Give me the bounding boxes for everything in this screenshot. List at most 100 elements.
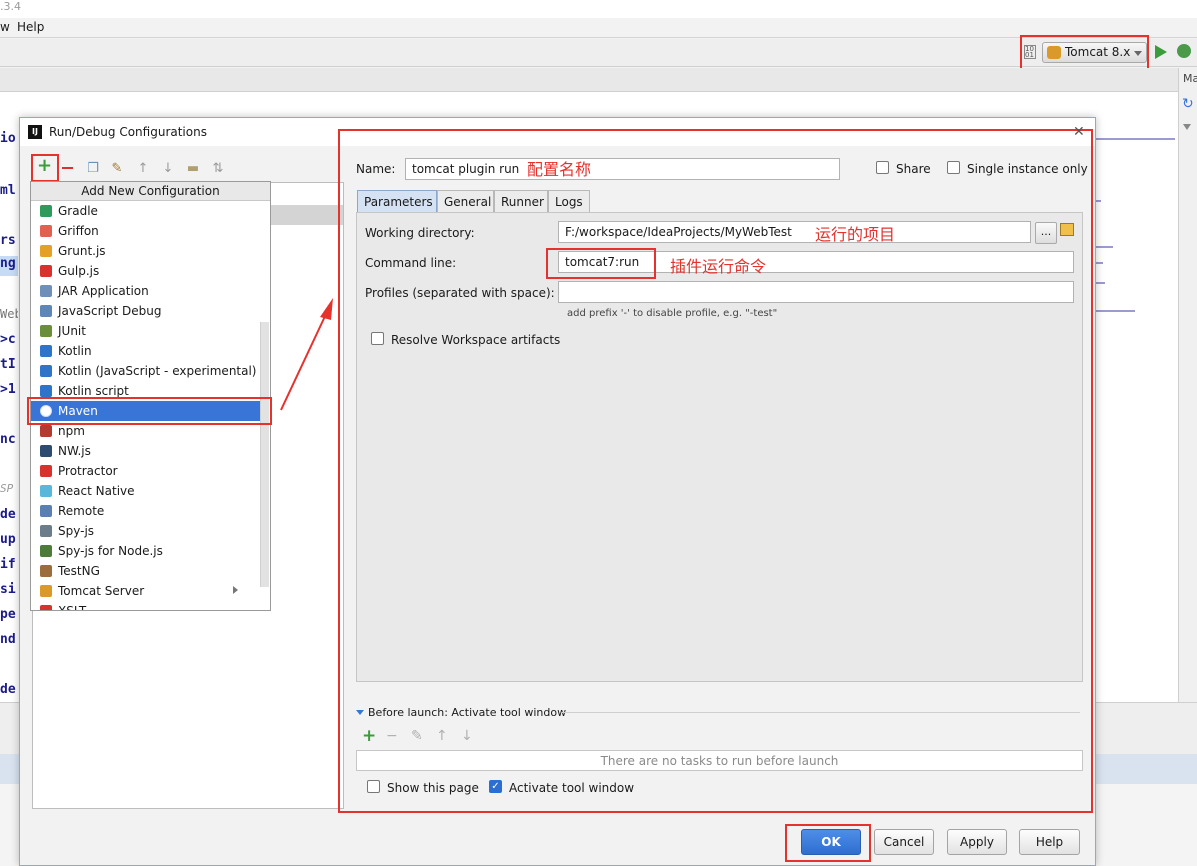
before-launch-empty-text: There are no tasks to run before launch: [600, 754, 839, 768]
activate-tool-checkbox[interactable]: ✓: [489, 780, 502, 793]
macro-icon[interactable]: [1060, 223, 1074, 236]
popup-item-xslt[interactable]: XSLT: [31, 601, 260, 610]
popup-item-maven[interactable]: Maven: [31, 401, 260, 421]
popup-item-junit[interactable]: JUnit: [31, 321, 260, 341]
refresh-icon[interactable]: ↻: [1182, 96, 1194, 112]
popup-item-gradle[interactable]: Gradle: [31, 201, 260, 221]
xslt-icon: [40, 605, 52, 610]
popup-item-npm[interactable]: npm: [31, 421, 260, 441]
menu-view-fragment[interactable]: w: [0, 20, 10, 34]
name-input[interactable]: tomcat plugin run: [405, 158, 840, 180]
working-dir-input[interactable]: F:/workspace/IdeaProjects/MyWebTest: [558, 221, 1031, 243]
tab-general[interactable]: General: [437, 190, 494, 212]
popup-item-label: JUnit: [58, 324, 86, 338]
debug-bug-icon[interactable]: [1177, 44, 1191, 58]
code-fragment: de: [0, 682, 16, 697]
move-down-icon[interactable]: ↓: [161, 162, 175, 176]
popup-item-spy-js[interactable]: Spy-js: [31, 521, 260, 541]
help-button[interactable]: Help: [1019, 829, 1080, 855]
close-icon[interactable]: ✕: [1073, 124, 1085, 140]
task-up-icon[interactable]: ↑: [436, 729, 448, 743]
command-line-input[interactable]: tomcat7:run: [558, 251, 1074, 273]
ok-button[interactable]: OK: [801, 829, 861, 855]
popup-item-javascript-debug[interactable]: JavaScript Debug: [31, 301, 260, 321]
copy-config-icon[interactable]: ❐: [86, 162, 100, 176]
resolve-workspace-label: Resolve Workspace artifacts: [391, 333, 561, 347]
wrench-icon[interactable]: ✎: [110, 162, 124, 176]
edit-task-icon[interactable]: ✎: [411, 729, 423, 743]
popup-item-kotlin-javascript-experimental[interactable]: Kotlin (JavaScript - experimental): [31, 361, 260, 381]
code-fragment: nc: [0, 432, 16, 447]
run-play-icon[interactable]: [1155, 45, 1167, 59]
expand-arrow-icon[interactable]: [356, 710, 364, 715]
remove-config-icon[interactable]: [62, 167, 73, 169]
annotation-arrow: [280, 298, 333, 411]
jar-icon: [40, 285, 52, 297]
popup-item-react-native[interactable]: React Native: [31, 481, 260, 501]
tab-logs[interactable]: Logs: [548, 190, 590, 212]
popup-item-label: React Native: [58, 484, 135, 498]
popup-item-grunt-js[interactable]: Grunt.js: [31, 241, 260, 261]
popup-item-nw-js[interactable]: NW.js: [31, 441, 260, 461]
binary-config-icon[interactable]: 10 01: [1024, 45, 1036, 59]
popup-item-remote[interactable]: Remote: [31, 501, 260, 521]
editor-marker: [1095, 138, 1175, 140]
run-config-combo[interactable]: Tomcat 8.x: [1042, 42, 1147, 63]
editor-marker: [1095, 310, 1135, 312]
move-up-icon[interactable]: ↑: [136, 162, 150, 176]
popup-item-tomcat-server[interactable]: Tomcat Server: [31, 581, 260, 601]
popup-item-kotlin[interactable]: Kotlin: [31, 341, 260, 361]
code-fragment: io: [0, 131, 16, 146]
popup-item-gulp-js[interactable]: Gulp.js: [31, 261, 260, 281]
gradle-icon: [40, 205, 52, 217]
share-label: Share: [896, 162, 931, 176]
tomcat-icon: [40, 585, 52, 597]
menu-help[interactable]: Help: [17, 20, 44, 34]
tab-runner[interactable]: Runner: [494, 190, 548, 212]
collapse-arrow-icon[interactable]: [1183, 124, 1191, 130]
browse-button[interactable]: ...: [1035, 222, 1057, 244]
remove-task-icon[interactable]: −: [386, 729, 398, 743]
apply-button[interactable]: Apply: [947, 829, 1007, 855]
share-checkbox[interactable]: [876, 161, 889, 174]
folder-icon[interactable]: ▬: [186, 162, 200, 176]
popup-item-spy-js-for-node-js[interactable]: Spy-js for Node.js: [31, 541, 260, 561]
profiles-input[interactable]: [558, 281, 1074, 303]
tab-parameters[interactable]: Parameters: [357, 190, 437, 212]
resolve-workspace-checkbox[interactable]: [371, 332, 384, 345]
show-page-checkbox[interactable]: [367, 780, 380, 793]
single-instance-checkbox[interactable]: [947, 161, 960, 174]
popup-item-label: Remote: [58, 504, 105, 518]
ide-toolbar: [0, 39, 1197, 67]
popup-item-label: Kotlin (JavaScript - experimental): [58, 364, 257, 378]
popup-item-griffon[interactable]: Griffon: [31, 221, 260, 241]
intellij-icon: IJ: [28, 125, 42, 139]
popup-item-testng[interactable]: TestNG: [31, 561, 260, 581]
remote-icon: [40, 505, 52, 517]
popup-item-label: Maven: [58, 404, 98, 418]
code-fragment: up: [0, 532, 16, 547]
add-config-icon[interactable]: +: [37, 157, 53, 176]
add-configuration-popup: Add New Configuration Gradle Griffon Grunt…: [30, 181, 271, 611]
sort-icon[interactable]: ⇅: [211, 162, 225, 176]
popup-item-label: TestNG: [58, 564, 100, 578]
junit-icon: [40, 325, 52, 337]
command-line-label: Command line:: [365, 256, 457, 270]
popup-item-kotlin-script[interactable]: Kotlin script: [31, 381, 260, 401]
code-fragment: pe: [0, 607, 16, 622]
code-fragment: SP: [0, 482, 14, 495]
editor-marker: [1095, 282, 1105, 284]
add-task-icon[interactable]: +: [362, 728, 376, 745]
popup-item-jar-application[interactable]: JAR Application: [31, 281, 260, 301]
run-config-label: Tomcat 8.x: [1065, 45, 1131, 59]
task-down-icon[interactable]: ↓: [461, 729, 473, 743]
popup-scrollbar[interactable]: [260, 322, 269, 587]
before-launch-task-list[interactable]: There are no tasks to run before launch: [356, 750, 1083, 771]
code-fragment: tI: [0, 357, 16, 372]
cancel-button[interactable]: Cancel: [874, 829, 934, 855]
popup-item-label: Spy-js for Node.js: [58, 544, 163, 558]
name-label: Name:: [356, 162, 396, 176]
kotlin-icon: [40, 365, 52, 377]
js-debug-icon: [40, 305, 52, 317]
popup-item-protractor[interactable]: Protractor: [31, 461, 260, 481]
